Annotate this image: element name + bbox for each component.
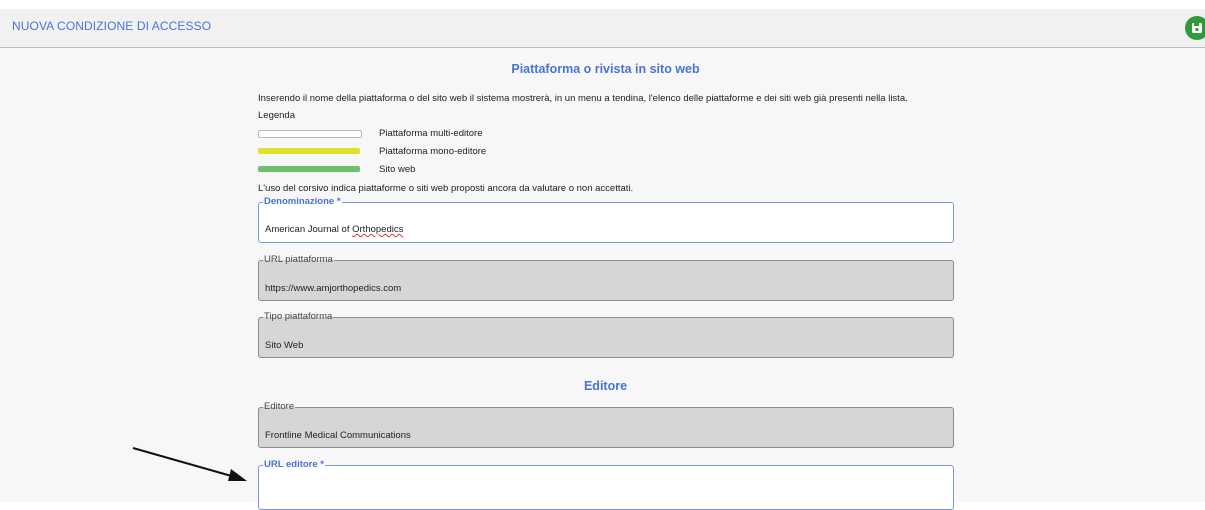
denominazione-value-prefix: American Journal of [265,224,353,235]
editore-value: Frontline Medical Communications [265,430,411,441]
save-button[interactable] [1185,16,1205,40]
url-editore-field[interactable]: URL editore * [258,460,954,510]
tipo-piattaforma-value: Sito Web [265,340,304,351]
legend-title: Legenda [258,110,295,121]
legend-label-mono: Piattaforma mono-editore [379,146,487,157]
top-bar: NUOVA CONDIZIONE DI ACCESSO [0,9,1205,48]
legend-swatch-multi [258,130,362,138]
denominazione-value-word: Orthopedics [352,224,404,235]
editore-label: Editore [264,401,295,412]
save-icon [1192,23,1202,33]
legend-swatch-mono [258,148,360,154]
url-editore-label: URL editore * [264,459,325,470]
denominazione-label: Denominazione * [264,196,341,207]
arrow-annotation-icon [132,447,247,481]
legend-label-web: Sito web [379,164,416,175]
denominazione-value: American Journal of Orthopedics [265,224,403,235]
legend-swatch-web [258,166,360,172]
intro-text: Inserendo il nome della piattaforma o de… [258,93,908,104]
italic-note: L'uso del corsivo indica piattaforme o s… [258,183,634,194]
url-piattaforma-label: URL piattaforma [264,254,333,265]
page-title: NUOVA CONDIZIONE DI ACCESSO [12,19,212,33]
tipo-piattaforma-field: Tipo piattaforma Sito Web [258,312,954,358]
url-piattaforma-field: URL piattaforma https://www.amjorthopedi… [258,255,954,301]
section-title-platform: Piattaforma o rivista in sito web [511,62,700,76]
tipo-piattaforma-label: Tipo piattaforma [264,311,333,322]
legend-label-multi: Piattaforma multi-editore [379,128,483,139]
section-title-editore: Editore [583,379,628,393]
url-piattaforma-value: https://www.amjorthopedics.com [265,283,402,294]
editore-field: Editore Frontline Medical Communications [258,402,954,448]
denominazione-field[interactable]: Denominazione * American Journal of Orth… [258,197,954,243]
